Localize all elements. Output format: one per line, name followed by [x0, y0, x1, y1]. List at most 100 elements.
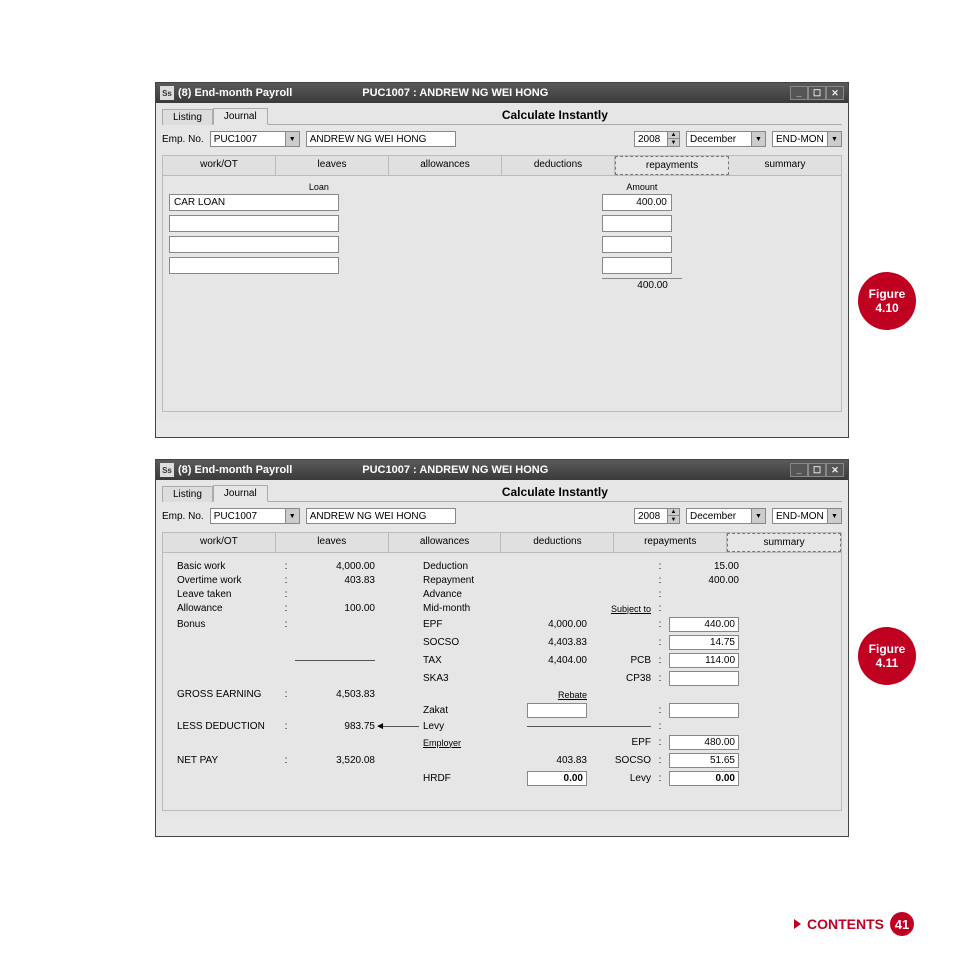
- calculate-label: Calculate Instantly: [268, 108, 842, 124]
- subtab-workot[interactable]: work/OT: [163, 156, 276, 175]
- amount-input-1[interactable]: [602, 215, 672, 232]
- repayment-label: Repayment: [423, 575, 523, 586]
- cp38-label: CP38: [591, 673, 651, 684]
- subtab-leaves[interactable]: leaves: [276, 156, 389, 175]
- spinner-up-icon[interactable]: ▲: [667, 132, 679, 139]
- page-number: 41: [890, 912, 914, 936]
- subtab-allowances[interactable]: allowances: [389, 156, 502, 175]
- minimize-button[interactable]: _: [790, 86, 808, 100]
- loan-input-0[interactable]: [169, 194, 339, 211]
- app-icon: Ss: [160, 86, 174, 100]
- hrdf-value[interactable]: 0.00: [527, 771, 587, 786]
- subject-to-label: Subject to: [527, 604, 651, 614]
- spinner-up-icon[interactable]: ▲: [667, 509, 679, 516]
- emp-no-label: Emp. No.: [162, 134, 204, 145]
- page-footer: CONTENTS 41: [794, 912, 914, 936]
- amount-input-0[interactable]: [602, 194, 672, 211]
- epf-value[interactable]: 440.00: [669, 617, 739, 632]
- subtabs-1: work/OT leaves allowances deductions rep…: [162, 155, 842, 176]
- dropdown-icon: ▼: [827, 509, 841, 523]
- subtab-summary[interactable]: summary: [729, 156, 841, 175]
- loan-input-3[interactable]: [169, 257, 339, 274]
- subtab-leaves[interactable]: leaves: [276, 533, 389, 552]
- close-button[interactable]: ✕: [826, 86, 844, 100]
- close-button[interactable]: ✕: [826, 463, 844, 477]
- allowance-label: Allowance: [177, 603, 277, 614]
- allowance-value: 100.00: [295, 603, 375, 614]
- subtab-repayments[interactable]: repayments: [614, 533, 727, 552]
- levy-label: Levy: [423, 721, 523, 732]
- gross-label: GROSS EARNING: [177, 689, 277, 700]
- year-spinner[interactable]: 2008 ▲ ▼: [634, 131, 680, 147]
- subtab-deductions[interactable]: deductions: [501, 533, 614, 552]
- ska3-value[interactable]: [669, 671, 739, 686]
- emp-socso-label: SOCSO: [591, 755, 651, 766]
- emp-epf-value[interactable]: 480.00: [669, 735, 739, 750]
- dropdown-icon: ▼: [285, 132, 299, 146]
- repayment-value: 400.00: [669, 575, 739, 586]
- month-combo[interactable]: December ▼: [686, 508, 766, 524]
- subtab-allowances[interactable]: allowances: [389, 533, 502, 552]
- calculate-label: Calculate Instantly: [268, 485, 842, 501]
- dropdown-icon: ▼: [751, 509, 765, 523]
- employer-label: Employer: [423, 738, 523, 748]
- year-spinner[interactable]: 2008 ▲ ▼: [634, 508, 680, 524]
- arrow-left-icon: ◄: [375, 721, 385, 732]
- loan-input-2[interactable]: [169, 236, 339, 253]
- maximize-button[interactable]: ☐: [808, 86, 826, 100]
- bonus-label: Bonus: [177, 619, 277, 630]
- period-combo[interactable]: END-MON ▼: [772, 508, 842, 524]
- zakat-rebate[interactable]: [527, 703, 587, 718]
- figure-badge-410: Figure 4.10: [858, 272, 916, 330]
- amount-input-3[interactable]: [602, 257, 672, 274]
- tab-journal[interactable]: Journal: [213, 485, 268, 502]
- subtab-deductions[interactable]: deductions: [502, 156, 615, 175]
- socso-value[interactable]: 14.75: [669, 635, 739, 650]
- spinner-down-icon[interactable]: ▼: [667, 516, 679, 523]
- window-title-prefix: (8) End-month Payroll: [178, 464, 292, 476]
- dropdown-icon: ▼: [285, 509, 299, 523]
- filter-row-2: Emp. No. PUC1007 ▼ ANDREW NG WEI HONG 20…: [162, 508, 842, 524]
- subtab-workot[interactable]: work/OT: [163, 533, 276, 552]
- tax-subject: 4,404.00: [527, 655, 587, 666]
- tax-value[interactable]: 114.00: [669, 653, 739, 668]
- net-label: NET PAY: [177, 755, 277, 766]
- emp-no-combo[interactable]: PUC1007 ▼: [210, 131, 300, 147]
- subtab-repayments[interactable]: repayments: [615, 156, 729, 175]
- window-body-1: Listing Journal Calculate Instantly Emp.…: [156, 103, 848, 420]
- month-combo[interactable]: December ▼: [686, 131, 766, 147]
- loan-input-1[interactable]: [169, 215, 339, 232]
- deduction-label: Deduction: [423, 561, 523, 572]
- basic-value: 4,000.00: [295, 561, 375, 572]
- dropdown-icon: ▼: [751, 132, 765, 146]
- emp-name-field[interactable]: ANDREW NG WEI HONG: [306, 508, 456, 524]
- period-combo[interactable]: END-MON ▼: [772, 131, 842, 147]
- midmonth-label: Mid-month: [423, 603, 523, 614]
- basic-label: Basic work: [177, 561, 277, 572]
- amount-input-2[interactable]: [602, 236, 672, 253]
- dropdown-icon: ▼: [827, 132, 841, 146]
- summary-grid: Basic work : 4,000.00 Deduction : 15.00 …: [177, 561, 827, 786]
- emp-epf-label: EPF: [591, 737, 651, 748]
- tab-listing[interactable]: Listing: [162, 486, 213, 502]
- contents-label[interactable]: CONTENTS: [807, 916, 884, 932]
- repayments-pane: Loan Amount 400.00: [162, 176, 842, 412]
- maximize-button[interactable]: ☐: [808, 463, 826, 477]
- window-title-emp: PUC1007 : ANDREW NG WEI HONG: [312, 87, 790, 99]
- titlebar-2: Ss (8) End-month Payroll PUC1007 : ANDRE…: [156, 460, 848, 480]
- zakat-label: Zakat: [423, 705, 523, 716]
- tab-journal[interactable]: Journal: [213, 108, 268, 125]
- rebate-label: Rebate: [527, 690, 587, 700]
- subtab-summary[interactable]: summary: [727, 533, 841, 552]
- emp-levy-value[interactable]: 0.00: [669, 771, 739, 786]
- window-title-prefix: (8) End-month Payroll: [178, 87, 292, 99]
- emp-no-combo[interactable]: PUC1007 ▼: [210, 508, 300, 524]
- less-label: LESS DEDUCTION: [177, 721, 277, 732]
- titlebar-1: Ss (8) End-month Payroll PUC1007 : ANDRE…: [156, 83, 848, 103]
- spinner-down-icon[interactable]: ▼: [667, 139, 679, 146]
- zakat-value[interactable]: [669, 703, 739, 718]
- tab-listing[interactable]: Listing: [162, 109, 213, 125]
- emp-socso-value[interactable]: 51.65: [669, 753, 739, 768]
- emp-name-field[interactable]: ANDREW NG WEI HONG: [306, 131, 456, 147]
- minimize-button[interactable]: _: [790, 463, 808, 477]
